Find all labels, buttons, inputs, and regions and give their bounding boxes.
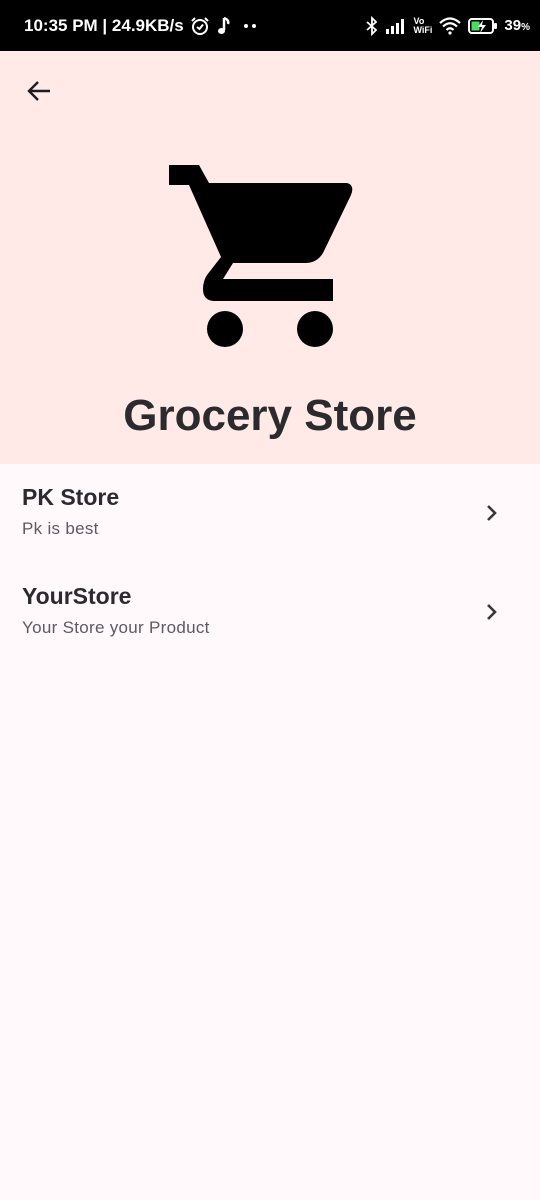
header: Grocery Store [0,51,540,464]
wifi-icon [439,16,462,35]
signal-icon [386,18,405,34]
chevron-right-icon [487,505,497,521]
status-right: Vo WiFi 39% [365,15,530,36]
more-dots-icon [243,23,256,28]
back-button[interactable] [18,73,60,109]
battery-percent: 39% [504,17,530,34]
arrow-back-icon [27,81,50,101]
store-description: Your Store your Product [22,618,210,637]
store-name: YourStore [22,583,132,609]
battery-value: 39 [504,17,522,34]
battery-charging-icon [468,17,498,34]
bluetooth-icon [366,15,378,36]
status-time-speed: 10:35 PM | 24.9KB/s [24,15,184,35]
store-list: PK Store Pk is best YourStore Your Store… [0,464,540,662]
status-left: 10:35 PM | 24.9KB/s [24,16,260,36]
music-note-icon [217,16,230,34]
chevron-right-icon [487,604,497,620]
page-title: Grocery Store [123,391,417,440]
battery-unit: % [521,22,530,33]
store-list-item-pk-store[interactable]: PK Store Pk is best [0,464,540,563]
status-bar: 10:35 PM | 24.9KB/s Vo WiFi 39% [0,0,540,51]
store-name: PK Store [22,484,120,510]
wifi-text: WiFi [413,24,433,35]
alarm-icon [191,16,209,35]
vowifi-label: Vo WiFi [413,16,433,35]
store-description: Pk is best [22,519,99,538]
store-list-item-yourstore[interactable]: YourStore Your Store your Product [0,563,540,662]
shopping-cart-icon [169,165,353,347]
